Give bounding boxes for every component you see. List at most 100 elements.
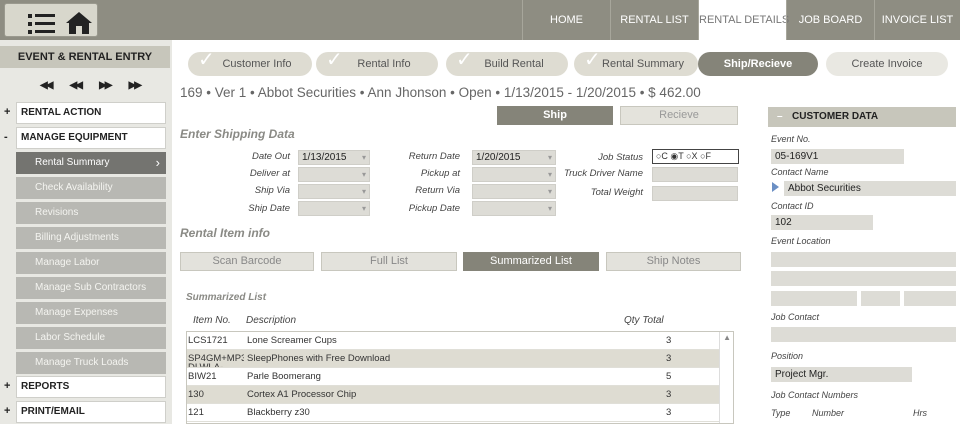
prev-record-icon[interactable]: ◀◀: [70, 80, 83, 94]
home-icon[interactable]: [65, 10, 93, 36]
contact-id-field[interactable]: 102: [771, 215, 873, 230]
ship-date-field[interactable]: ▾: [298, 201, 370, 216]
sidebar-section-label: MANAGE EQUIPMENT: [16, 127, 166, 149]
qty-cell: 3: [666, 407, 672, 418]
item-no-cell: BIW21: [188, 371, 217, 382]
sidebar-item-label: Rental Summary: [35, 157, 110, 168]
job-contact-numbers-label: Job Contact Numbers: [771, 390, 859, 400]
checkmark-icon: ✓: [584, 49, 601, 71]
scan-barcode-button[interactable]: Scan Barcode: [180, 252, 314, 271]
shipping-section-title: Enter Shipping Data: [180, 127, 295, 141]
column-description: Description: [246, 315, 297, 326]
sidebar-item-check-availability[interactable]: Check Availability: [16, 177, 166, 199]
event-location-state[interactable]: [861, 291, 900, 306]
date-out-field[interactable]: 1/13/2015 ▾: [298, 150, 370, 165]
checkmark-icon: ✓: [456, 49, 473, 71]
sidebar-section-reports[interactable]: + REPORTS: [0, 376, 170, 398]
customer-data-header[interactable]: – CUSTOMER DATA: [768, 107, 956, 127]
total-weight-label: Total Weight: [590, 187, 643, 198]
job-contact-label: Job Contact: [771, 312, 820, 322]
item-no-cell: LCS1721: [188, 335, 228, 346]
step-build-rental[interactable]: ✓ Build Rental: [446, 49, 568, 76]
event-no-field[interactable]: 05-169V1: [771, 149, 904, 164]
first-record-icon[interactable]: ◀◀: [40, 80, 53, 94]
ship-via-field[interactable]: ▾: [298, 184, 370, 199]
sidebar-item-labor-schedule[interactable]: Labor Schedule: [16, 327, 166, 349]
sidebar-item-manage-expenses[interactable]: Manage Expenses: [16, 302, 166, 324]
sidebar-item-rental-summary[interactable]: Rental Summary ›: [16, 152, 166, 174]
nav-home[interactable]: HOME: [522, 0, 610, 40]
dropdown-icon: ▾: [547, 187, 552, 196]
table-row[interactable]: 121 Blackberry z30 3: [187, 404, 733, 422]
event-location-line1[interactable]: [771, 252, 956, 267]
nav-invoice-list[interactable]: INVOICE LIST: [874, 0, 960, 40]
main-nav: HOME RENTAL LIST RENTAL DETAILS JOB BOAR…: [522, 0, 960, 40]
tab-recieve[interactable]: Recieve: [620, 106, 738, 125]
event-location-line2[interactable]: [771, 271, 956, 286]
dropdown-icon: ▾: [361, 187, 366, 196]
job-status-radio-group[interactable]: ○C ◉T ○X ○F: [652, 149, 739, 164]
qty-cell: 3: [666, 335, 672, 346]
tab-ship[interactable]: Ship: [497, 106, 613, 125]
summarized-list-button[interactable]: Summarized List: [463, 252, 599, 271]
truck-driver-field[interactable]: [652, 167, 738, 182]
description-cell: SleepPhones with Free Download: [247, 353, 391, 364]
sidebar-item-manage-labor[interactable]: Manage Labor: [16, 252, 166, 274]
pickup-at-field[interactable]: ▾: [472, 167, 556, 182]
sidebar-header: EVENT & RENTAL ENTRY: [0, 46, 170, 68]
step-rental-info[interactable]: ✓ Rental Info: [316, 49, 438, 76]
step-customer-info[interactable]: ✓ Customer Info: [188, 49, 312, 76]
truck-driver-label: Truck Driver Name: [564, 168, 643, 179]
item-no-cell: 121: [188, 407, 204, 418]
sidebar-item-billing-adjustments[interactable]: Billing Adjustments: [16, 227, 166, 249]
record-navigation: ◀◀ ◀◀ ▶▶ ▶▶: [40, 80, 142, 94]
table-row[interactable]: LCS1721 Lone Screamer Cups 3: [187, 332, 733, 350]
step-rental-summary[interactable]: ✓ Rental Summary: [574, 49, 698, 76]
sidebar-section-rental-action[interactable]: + RENTAL ACTION: [0, 102, 170, 124]
event-location-zip[interactable]: [904, 291, 956, 306]
description-cell: Cortex A1 Processor Chip: [247, 389, 357, 400]
ship-notes-button[interactable]: Ship Notes: [606, 252, 741, 271]
nav-job-board[interactable]: JOB BOARD: [786, 0, 874, 40]
return-via-field[interactable]: ▾: [472, 184, 556, 199]
return-date-field[interactable]: 1/20/2015 ▾: [472, 150, 556, 165]
deliver-at-field[interactable]: ▾: [298, 167, 370, 182]
table-row[interactable]: SP4GM+MP3-DLWLA-mp3- SleepPhones with Fr…: [187, 350, 733, 368]
last-record-icon[interactable]: ▶▶: [129, 80, 142, 94]
dropdown-icon: ▾: [361, 204, 366, 213]
sidebar-item-manage-sub-contractors[interactable]: Manage Sub Contractors: [16, 277, 166, 299]
sidebar-item-manage-truck-loads[interactable]: Manage Truck Loads: [16, 352, 166, 374]
nav-rental-list[interactable]: RENTAL LIST: [610, 0, 698, 40]
item-no-cell: 130: [188, 389, 204, 400]
list-menu-icon[interactable]: [28, 14, 56, 34]
table-row[interactable]: 130 Cortex A1 Processor Chip 3: [187, 386, 733, 404]
scroll-up-icon[interactable]: ▲: [723, 333, 731, 342]
step-create-invoice[interactable]: Create Invoice: [826, 52, 948, 76]
sidebar-item-revisions[interactable]: Revisions: [16, 202, 166, 224]
sidebar-section-manage-equipment[interactable]: - MANAGE EQUIPMENT: [0, 127, 170, 149]
summarized-list-table: LCS1721 Lone Screamer Cups 3 SP4GM+MP3-D…: [186, 331, 734, 424]
table-scrollbar[interactable]: ▲: [719, 332, 733, 423]
contact-name-field[interactable]: Abbot Securities: [784, 181, 956, 196]
next-record-icon[interactable]: ▶▶: [99, 80, 112, 94]
date-out-label: Date Out: [251, 151, 290, 162]
chevron-right-icon: ›: [155, 155, 160, 170]
job-contact-field[interactable]: [771, 327, 956, 342]
qty-cell: 3: [666, 353, 672, 364]
rental-summary-line: 169 • Ver 1 • Abbot Securities • Ann Jho…: [180, 85, 701, 100]
full-list-button[interactable]: Full List: [321, 252, 457, 271]
contact-arrow-icon[interactable]: [772, 182, 779, 192]
qty-cell: 5: [666, 371, 672, 382]
table-row[interactable]: BIW21 Parle Boomerang 5: [187, 368, 733, 386]
event-location-label: Event Location: [771, 236, 831, 246]
item-no-cell: SP4GM+MP3-DLWLA-mp3-: [188, 353, 244, 367]
pickup-date-field[interactable]: ▾: [472, 201, 556, 216]
nav-rental-details[interactable]: RENTAL DETAILS: [698, 0, 789, 40]
position-field[interactable]: Project Mgr.: [771, 367, 912, 382]
step-ship-recieve[interactable]: Ship/Recieve: [698, 52, 818, 76]
total-weight-field[interactable]: [652, 186, 738, 201]
ship-date-label: Ship Date: [248, 203, 290, 214]
checkmark-icon: ✓: [198, 49, 215, 71]
event-location-city[interactable]: [771, 291, 857, 306]
sidebar-section-print-email[interactable]: + PRINT/EMAIL: [0, 401, 170, 423]
